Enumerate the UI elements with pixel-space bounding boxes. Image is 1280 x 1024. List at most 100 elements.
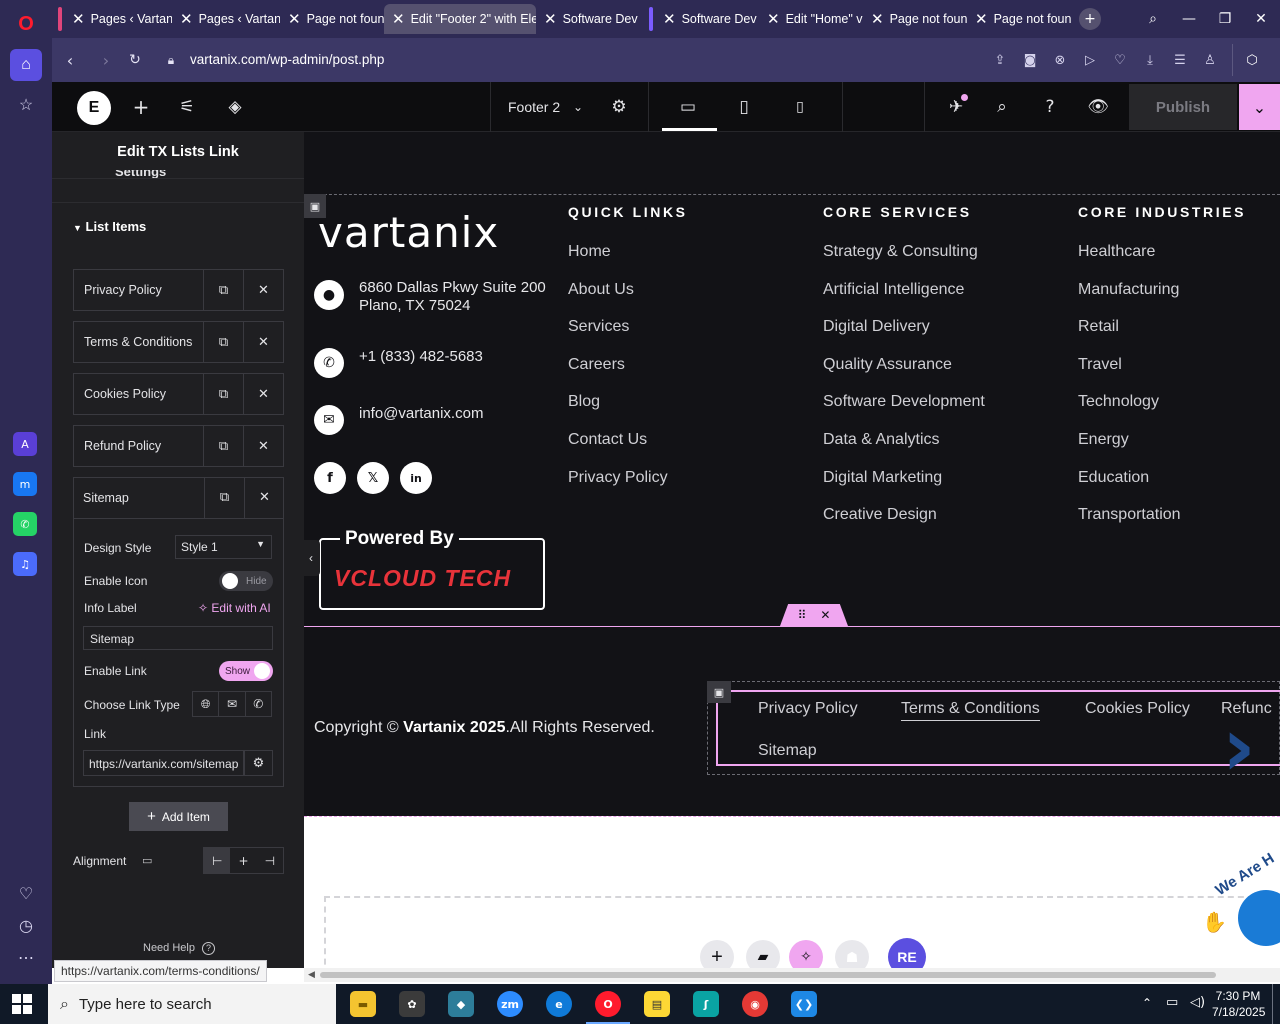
favorite-heart-icon[interactable]: ♡ [1110, 50, 1130, 70]
show-desktop-button[interactable] [1272, 984, 1273, 1024]
template-name[interactable]: Footer 2 [508, 99, 560, 115]
opera-logo-icon[interactable]: O [10, 8, 42, 40]
close-window-icon[interactable]: ✕ [1250, 8, 1272, 30]
easy-setup-icon[interactable]: ☰ [1170, 50, 1190, 70]
scrollbar-thumb[interactable] [320, 972, 1216, 978]
camera-icon[interactable]: ◙ [1020, 50, 1040, 70]
minimize-icon[interactable]: — [1178, 8, 1200, 30]
kit-library-icon[interactable]: ☗ [835, 940, 869, 968]
chrome-icon[interactable]: ◉ [742, 991, 768, 1017]
history-icon[interactable]: ◷ [10, 910, 42, 942]
add-template-folder-icon[interactable]: ▰ [746, 940, 780, 968]
footer-link[interactable]: Healthcare [1078, 243, 1155, 261]
list-item[interactable]: Terms & Conditions ⧉ ✕ [73, 321, 284, 363]
footer-link[interactable]: Digital Delivery [823, 318, 930, 336]
scroll-left-icon[interactable]: ◀ [308, 969, 315, 980]
list-item[interactable]: Sitemap ⧉ ✕ [73, 477, 284, 519]
extensions-cube-icon[interactable]: ⬡ [1242, 50, 1262, 70]
facebook-icon[interactable]: f [314, 462, 346, 494]
desktop-view-icon[interactable]: ▭ [676, 95, 700, 119]
url-field[interactable]: vartanix.com/wp-admin/post.php [190, 52, 384, 67]
browser-tab[interactable]: ✕ Pages ‹ Vartan [64, 4, 172, 34]
enable-link-toggle[interactable]: Show [219, 661, 273, 681]
browser-tab[interactable]: ✕ Page not foun [280, 4, 384, 34]
remove-icon[interactable]: ✕ [243, 322, 283, 362]
align-start-icon[interactable]: ⊢ [204, 848, 231, 873]
browser-tab[interactable]: ✕ Edit "Home" v [759, 4, 863, 34]
info-label-input[interactable]: Sitemap [83, 626, 273, 650]
app-icon[interactable]: ◆ [448, 991, 474, 1017]
email-address[interactable]: info@vartanix.com [359, 405, 483, 423]
list-item[interactable]: Cookies Policy ⧉ ✕ [73, 373, 284, 415]
more-icon[interactable]: ⋯ [10, 942, 42, 974]
sticky-notes-icon[interactable]: ▤ [644, 991, 670, 1017]
taskbar-search[interactable]: ⌕ Type here to search [48, 984, 336, 1024]
aria-icon[interactable]: A [13, 432, 37, 456]
enable-icon-toggle[interactable]: Hide [219, 571, 273, 591]
new-tab-plus-icon[interactable]: + [1079, 8, 1101, 30]
chevron-down-icon[interactable]: ⌄ [566, 95, 590, 119]
horizontal-scrollbar[interactable]: ◀ [304, 968, 1280, 982]
widget-handle-icon[interactable]: ▣ [707, 681, 731, 703]
publish-options-chevron-icon[interactable]: ⌄ [1239, 84, 1280, 130]
windows-start-icon[interactable] [12, 994, 32, 1014]
duplicate-icon[interactable]: ⧉ [203, 270, 243, 310]
design-style-select[interactable]: Style 1 ▼ [175, 535, 272, 559]
duplicate-icon[interactable]: ⧉ [204, 477, 244, 518]
reload-icon[interactable]: ↻ [124, 49, 146, 71]
search-tabs-icon[interactable]: ⌕ [1142, 8, 1164, 30]
tray-chevron-icon[interactable]: ⌃ [1142, 996, 1152, 1010]
footer-link[interactable]: Software Development [823, 393, 985, 411]
finder-search-icon[interactable]: ⌕ [990, 95, 1014, 119]
help-icon[interactable]: ? [1038, 95, 1062, 119]
delete-section-icon[interactable]: ✕ [820, 608, 830, 622]
footer-link[interactable]: Home [568, 243, 611, 261]
edge-icon[interactable]: e [546, 991, 572, 1017]
tablet-view-icon[interactable]: ▯ [732, 95, 756, 119]
collapse-panel-icon[interactable]: ‹ [302, 540, 320, 576]
bottom-link[interactable]: Cookies Policy [1085, 700, 1190, 718]
remove-icon[interactable]: ✕ [244, 477, 284, 518]
add-item-button[interactable]: + Add Item [129, 802, 228, 831]
volume-icon[interactable]: ◁) [1190, 995, 1205, 1010]
royal-elementor-addons-icon[interactable]: RE [888, 938, 926, 968]
remove-icon[interactable]: ✕ [243, 270, 283, 310]
clock[interactable]: 7:30 PM 7/18/2025 [1212, 988, 1265, 1020]
zoom-icon[interactable]: zm [497, 991, 523, 1017]
add-element-icon[interactable]: + [129, 95, 153, 119]
app-icon[interactable]: ʃ [693, 991, 719, 1017]
footer-link[interactable]: Travel [1078, 356, 1122, 374]
footer-link[interactable]: Digital Marketing [823, 469, 942, 487]
x-twitter-icon[interactable]: 𝕏 [357, 462, 389, 494]
envelope-icon[interactable]: ✉ [219, 692, 246, 716]
browser-tab[interactable]: ✕ Pages ‹ Vartan [172, 4, 280, 34]
mobile-view-icon[interactable]: ▯ [788, 95, 812, 119]
duplicate-icon[interactable]: ⧉ [203, 374, 243, 414]
bottom-link[interactable]: Sitemap [758, 742, 817, 760]
heart-icon[interactable]: ♡ [10, 878, 42, 910]
link-url-input[interactable]: https://vartanix.com/sitemap [83, 750, 244, 776]
footer-link[interactable]: Contact Us [568, 431, 647, 449]
add-section-plus-icon[interactable]: + [700, 940, 734, 968]
downloads-icon[interactable]: ⤓ [1140, 50, 1160, 70]
ai-sparkle-button-icon[interactable]: ✧ [789, 940, 823, 968]
responsive-desktop-icon[interactable]: ▭ [142, 854, 152, 867]
footer-link[interactable]: Careers [568, 356, 625, 374]
browser-tab[interactable]: ✕ Page not foun [967, 4, 1073, 34]
duplicate-icon[interactable]: ⧉ [203, 322, 243, 362]
whatsapp-icon[interactable]: ✆ [13, 512, 37, 536]
footer-link[interactable]: Transportation [1078, 506, 1181, 524]
network-icon[interactable]: ▭ [1166, 995, 1178, 1010]
list-item[interactable]: Refund Policy ⧉ ✕ [73, 425, 284, 467]
footer-link[interactable]: Privacy Policy [568, 469, 668, 487]
footer-link[interactable]: Data & Analytics [823, 431, 940, 449]
phone-number[interactable]: +1 (833) 482-5683 [359, 348, 483, 366]
adblock-icon[interactable]: ⊗ [1050, 50, 1070, 70]
elementor-logo-icon[interactable]: E [77, 91, 111, 125]
footer-link[interactable]: Energy [1078, 431, 1129, 449]
footer-link[interactable]: About Us [568, 281, 634, 299]
music-icon[interactable]: ♫ [13, 552, 37, 576]
browser-tab[interactable]: ✕ Software Dev [655, 4, 759, 34]
footer-link[interactable]: Artificial Intelligence [823, 281, 964, 299]
restore-icon[interactable]: ❐ [1214, 8, 1236, 30]
